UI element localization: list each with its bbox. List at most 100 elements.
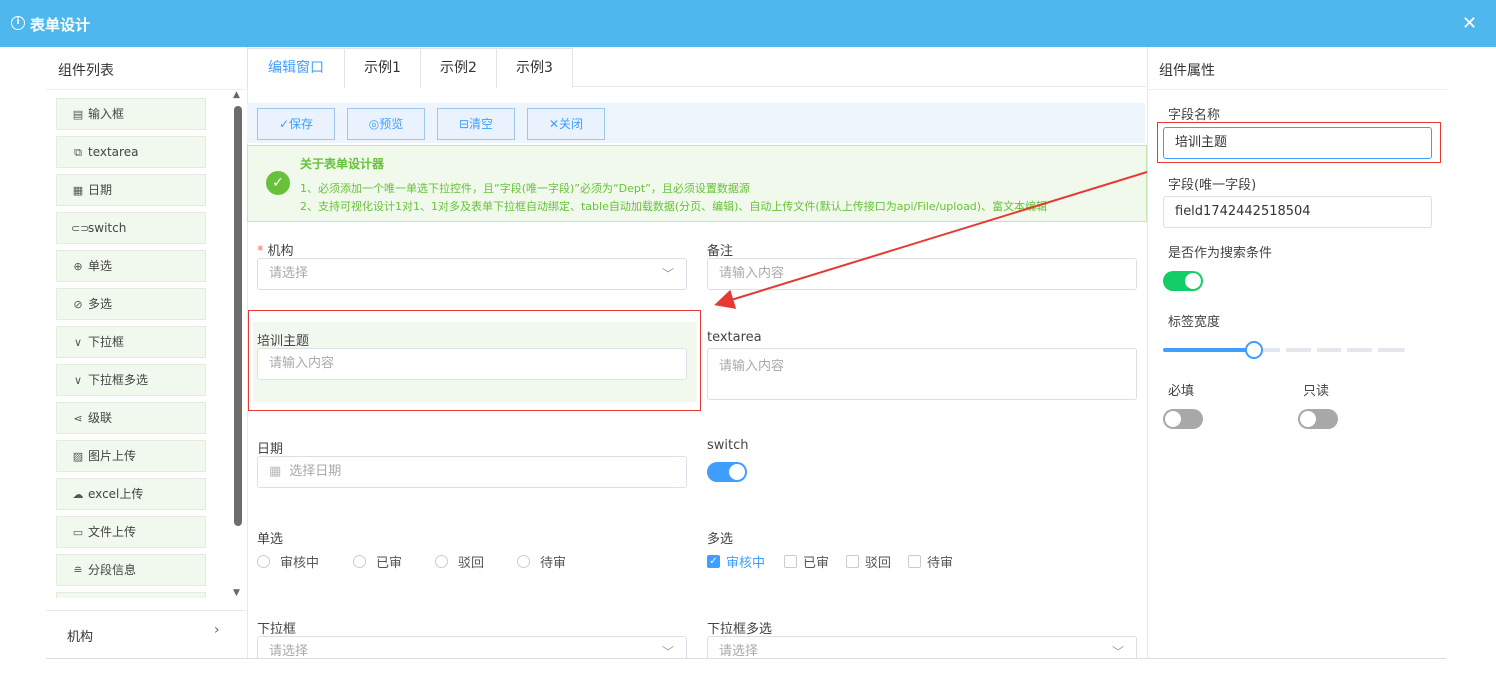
save-button[interactable]: ✓保存 xyxy=(257,108,335,140)
chevron-down-icon: ﹀ xyxy=(661,267,674,281)
date-picker[interactable]: ▦ 选择日期 xyxy=(257,456,687,488)
component-label: 多选 xyxy=(88,297,113,311)
tab-example-2[interactable]: 示例2 xyxy=(420,48,497,88)
checkbox[interactable]: ✓ xyxy=(707,555,720,568)
component-item[interactable] xyxy=(56,592,206,598)
component-item[interactable]: ▦ 日期 xyxy=(56,174,206,206)
checkbox[interactable] xyxy=(846,555,859,568)
close-button[interactable]: ✕关闭 xyxy=(527,108,605,140)
properties-title: 组件属性 xyxy=(1159,63,1215,79)
component-label: 图片上传 xyxy=(88,449,137,463)
readonly-toggle[interactable] xyxy=(1298,409,1338,429)
select-input[interactable]: 请选择 ﹀ xyxy=(257,636,687,658)
chevron-down-icon: ﹀ xyxy=(661,645,674,658)
calendar-icon: ▦ xyxy=(269,464,282,479)
topic-input[interactable]: 请输入内容 xyxy=(257,348,687,380)
component-label: 级联 xyxy=(88,411,113,425)
remark-input[interactable]: 请输入内容 xyxy=(707,258,1137,290)
radio-option-label[interactable]: 驳回 xyxy=(458,552,484,571)
component-label: 输入框 xyxy=(88,107,125,121)
radio-button[interactable] xyxy=(353,555,366,568)
chevron-right-icon[interactable]: › xyxy=(214,622,220,638)
label-width-label: 标签宽度 xyxy=(1168,315,1221,330)
component-label: 单选 xyxy=(88,259,113,273)
readonly-label: 只读 xyxy=(1303,384,1330,399)
component-item[interactable]: ∨ 下拉框 xyxy=(56,326,206,358)
scrollbar-thumb[interactable] xyxy=(234,106,242,526)
component-item[interactable]: ⧉ textarea xyxy=(56,136,206,168)
check-circle-icon: ✓ xyxy=(266,171,290,195)
component-icon: ∨ xyxy=(73,336,83,349)
close-icon[interactable]: ✕ xyxy=(1462,13,1477,34)
component-item[interactable]: ⊘ 多选 xyxy=(56,288,206,320)
component-icon: ▤ xyxy=(72,108,84,121)
radio-button[interactable] xyxy=(517,555,530,568)
checkbox-option-label[interactable]: 已审 xyxy=(803,552,829,571)
radio-option-label[interactable]: 已审 xyxy=(376,552,402,571)
slider-stop xyxy=(1341,348,1347,352)
component-label: 日期 xyxy=(88,183,113,197)
component-item[interactable]: ⊂⊃switch xyxy=(56,212,206,244)
radio-button[interactable] xyxy=(435,555,448,568)
tab-example-1[interactable]: 示例1 xyxy=(344,48,421,88)
checkbox-option-label[interactable]: 驳回 xyxy=(865,552,891,571)
org-section-label[interactable]: 机构 xyxy=(67,626,93,645)
label-width-slider-handle[interactable] xyxy=(1245,341,1263,359)
component-icon: ⊘ xyxy=(73,298,83,311)
slider-stop xyxy=(1280,348,1286,352)
divider xyxy=(46,89,246,90)
component-icon: ⊂⊃ xyxy=(71,222,90,235)
notice-title: 关于表单设计器 xyxy=(300,157,385,171)
tab-edit-window[interactable]: 编辑窗口 xyxy=(247,48,345,88)
scroll-up-icon[interactable]: ▲ xyxy=(233,90,240,100)
component-list-title: 组件列表 xyxy=(58,63,114,79)
component-item[interactable]: ▭ 文件上传 xyxy=(56,516,206,548)
field-name-input[interactable]: 培训主题 xyxy=(1163,127,1432,159)
info-icon: i xyxy=(11,16,25,30)
radio-button[interactable] xyxy=(257,555,270,568)
component-icon: ▦ xyxy=(72,184,84,197)
component-item[interactable]: ⊕ 单选 xyxy=(56,250,206,282)
org-select[interactable]: 请选择 ﹀ xyxy=(257,258,687,290)
component-item[interactable]: ≘ 分段信息 xyxy=(56,554,206,586)
component-item[interactable]: ∨ 下拉框多选 xyxy=(56,364,206,396)
component-icon: ⊕ xyxy=(73,260,83,273)
search-condition-toggle[interactable] xyxy=(1163,271,1203,291)
required-toggle[interactable] xyxy=(1163,409,1203,429)
radio-option-label[interactable]: 待审 xyxy=(540,552,566,571)
divider xyxy=(1147,89,1447,90)
textarea-field-label: textarea xyxy=(707,330,762,345)
preview-button[interactable]: ◎预览 xyxy=(347,108,425,140)
checkbox[interactable] xyxy=(784,555,797,568)
component-icon: ⋖ xyxy=(73,412,83,425)
checkbox-field-label: 多选 xyxy=(707,532,734,547)
checkbox-option-label[interactable]: 待审 xyxy=(927,552,953,571)
component-label: 下拉框 xyxy=(88,335,125,349)
checkbox[interactable] xyxy=(908,555,921,568)
tab-example-3[interactable]: 示例3 xyxy=(496,48,573,88)
component-label: switch xyxy=(88,221,127,235)
form-switch-toggle[interactable] xyxy=(707,462,747,482)
field-key-input[interactable]: field1742442518504 xyxy=(1163,196,1432,228)
textarea-input[interactable]: 请输入内容 xyxy=(707,348,1137,400)
field-name-label: 字段名称 xyxy=(1168,108,1221,123)
component-icon: ▭ xyxy=(72,526,84,539)
multiselect-input[interactable]: 请选择 ﹀ xyxy=(707,636,1137,658)
component-label: 分段信息 xyxy=(88,563,137,577)
date-field-label: 日期 xyxy=(257,442,284,457)
component-item[interactable]: ▨ 图片上传 xyxy=(56,440,206,472)
radio-option-label[interactable]: 审核中 xyxy=(280,552,319,571)
component-item[interactable]: ⋖ 级联 xyxy=(56,402,206,434)
checkbox-option-label[interactable]: 审核中 xyxy=(726,552,765,571)
component-item[interactable]: ☁ excel上传 xyxy=(56,478,206,510)
label-width-slider-fill xyxy=(1163,348,1254,352)
component-icon: ∨ xyxy=(73,374,83,387)
topic-field-label: 培训主题 xyxy=(257,334,310,349)
notice-line: 2、支持可视化设计1对1、1对多及表单下拉框自动绑定、table自动加载数据(分… xyxy=(300,200,1048,213)
dialog-title: 表单设计 xyxy=(30,16,91,34)
clear-button[interactable]: ⊟清空 xyxy=(437,108,515,140)
component-label: excel上传 xyxy=(88,487,144,501)
scroll-down-icon[interactable]: ▼ xyxy=(233,588,240,598)
component-item[interactable]: ▤ 输入框 xyxy=(56,98,206,130)
divider xyxy=(46,658,1447,659)
